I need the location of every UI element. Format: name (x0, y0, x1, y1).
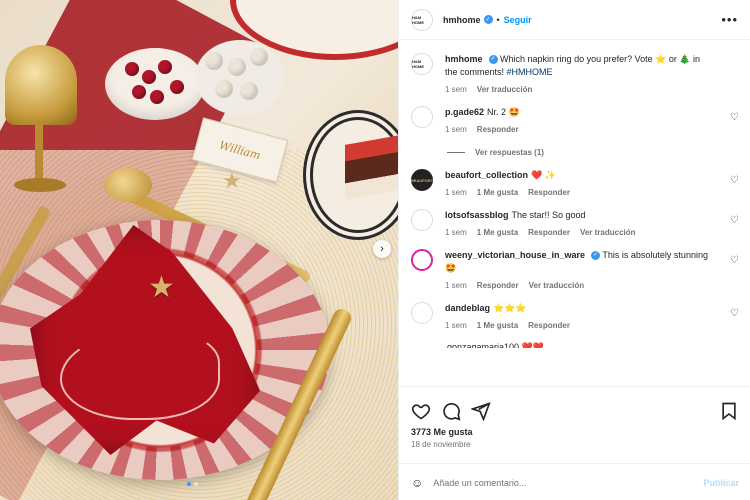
verified-badge-icon: ✓ (483, 15, 493, 24)
caption-hashtag[interactable]: #HMHOME (507, 67, 553, 77)
comment-time: 1 sem (445, 281, 467, 290)
avatar[interactable] (411, 249, 433, 271)
comment-likes[interactable]: 1 Me gusta (477, 188, 518, 197)
cranberry-bowl (105, 48, 205, 120)
follow-button[interactable]: Seguir (504, 15, 532, 25)
sweet (215, 80, 233, 98)
post-photo[interactable]: William ★ ★ › (0, 0, 398, 500)
sweet (205, 52, 223, 70)
comment-like-icon[interactable]: ♡ (730, 255, 739, 266)
translate-link[interactable]: Ver traducción (580, 228, 636, 237)
comment-time: 1 sem (445, 228, 467, 237)
comment-text: The star!! So good (511, 210, 586, 220)
reply-button[interactable]: Responder (528, 321, 570, 330)
comment-like-icon[interactable]: ♡ (730, 308, 739, 319)
comment-username[interactable]: beaufort_collection (445, 170, 528, 180)
reply-button[interactable]: Responder (528, 228, 570, 237)
caption-username[interactable]: hmhome (445, 54, 483, 64)
sweets-bowl (195, 40, 285, 115)
comment-like-icon[interactable]: ♡ (730, 215, 739, 226)
cranberry (150, 90, 164, 104)
star-napkin-ring: ★ (148, 271, 175, 304)
comment-row: weeny_victorian_house_in_ware ✓ This is a… (411, 249, 739, 290)
post-comment-button[interactable]: Publicar (703, 478, 739, 488)
sweet (228, 58, 246, 76)
translate-link[interactable]: Ver traducción (477, 85, 533, 94)
comment-icon[interactable] (441, 401, 461, 421)
reply-button[interactable]: Responder (477, 281, 519, 290)
comment-text: ⭐⭐⭐ (493, 303, 527, 313)
bookmark-icon[interactable] (719, 401, 739, 421)
post-actions: 3773 Me gusta 18 de noviembre ☺ Publicar (399, 386, 750, 500)
comments-list[interactable]: H&M HOME hmhome ✓ Which napkin ring do yo… (399, 41, 750, 384)
avatar[interactable]: BEAUFORT (411, 169, 433, 191)
carousel-dot-active (187, 482, 191, 486)
comment-row: dandeblag ⭐⭐⭐ 1 sem 1 Me gusta Responder ♡ (411, 302, 739, 330)
comment-time: 1 sem (445, 188, 467, 197)
avatar[interactable]: H&M HOME (411, 53, 433, 75)
spoon-bowl (104, 168, 152, 202)
place-card-name: William (217, 138, 263, 162)
comment-likes[interactable]: 1 Me gusta (477, 228, 518, 237)
reply-button[interactable]: Responder (528, 188, 570, 197)
translate-link[interactable]: Ver traducción (529, 281, 585, 290)
cranberry (158, 60, 172, 74)
gold-goblet (5, 45, 77, 125)
comment-text: Nr. 2 🤩 (487, 107, 520, 117)
comment-input[interactable] (433, 477, 704, 488)
reply-button[interactable]: Responder (477, 125, 519, 134)
cranberry (170, 80, 184, 94)
more-options-icon[interactable]: ••• (721, 12, 738, 27)
caption-text: Which napkin ring do you prefer? Vote ⭐ … (445, 54, 701, 77)
next-photo-button[interactable]: › (373, 240, 391, 258)
verified-badge-icon: ✓ (488, 55, 498, 65)
comment-time: 1 sem (445, 125, 467, 134)
cranberry (142, 70, 156, 84)
comment-like-icon[interactable]: ♡ (730, 112, 739, 123)
comment-text: ❤️ ✨ (531, 170, 556, 180)
comment-username[interactable]: dandeblag (445, 303, 490, 313)
cranberry (125, 62, 139, 76)
replies-line (447, 152, 465, 153)
emoji-icon[interactable]: ☺ (411, 476, 423, 490)
post-panel: H&M HOME hmhome ✓ • Seguir ••• H&M HOME … (398, 0, 750, 500)
avatar[interactable] (411, 302, 433, 324)
add-comment-bar: ☺ Publicar (399, 463, 750, 500)
comment-row: p.gade62 Nr. 2 🤩 1 sem Responder ♡ (411, 106, 739, 134)
comment-time: 1 sem (445, 321, 467, 330)
header-username[interactable]: hmhome (443, 15, 481, 25)
verified-badge-icon: ✓ (591, 251, 601, 261)
sweet (240, 82, 258, 100)
heart-icon[interactable] (411, 401, 431, 421)
share-icon[interactable] (471, 401, 491, 421)
sweet (250, 48, 268, 66)
partial-comment: gonzagamaria100 ❤️❤️ (447, 342, 544, 348)
separator-dot: • (496, 14, 500, 25)
post-date: 18 de noviembre (411, 440, 471, 449)
goblet-base (14, 178, 66, 192)
post-header: H&M HOME hmhome ✓ • Seguir ••• (399, 0, 750, 40)
comment-likes[interactable]: 1 Me gusta (477, 321, 518, 330)
view-replies-button[interactable]: Ver respuestas (1) (447, 148, 739, 157)
comment-username[interactable]: weeny_victorian_house_in_ware (445, 250, 585, 260)
comment-row: BEAUFORT beaufort_collection ❤️ ✨ 1 sem 1 Me… (411, 169, 739, 197)
carousel-dot (194, 482, 198, 486)
caption-time: 1 sem (445, 85, 467, 94)
likes-count[interactable]: 3773 Me gusta (399, 425, 750, 437)
view-replies-label: Ver respuestas (1) (475, 148, 544, 157)
comment-username[interactable]: p.gade62 (445, 107, 484, 117)
cake-slice (345, 135, 398, 200)
avatar[interactable] (411, 106, 433, 128)
caption: H&M HOME hmhome ✓ Which napkin ring do yo… (411, 53, 739, 94)
comment-like-icon[interactable]: ♡ (730, 175, 739, 186)
avatar[interactable] (411, 209, 433, 231)
avatar[interactable]: H&M HOME (411, 8, 433, 31)
star-card-holder: ★ (222, 168, 242, 193)
comment-row: lotsofsassblog The star!! So good 1 sem 1 M… (411, 209, 739, 237)
comment-username[interactable]: lotsofsassblog (445, 210, 509, 220)
goblet-stem (35, 120, 43, 182)
carousel-dots (187, 482, 198, 486)
cranberry (132, 85, 146, 99)
